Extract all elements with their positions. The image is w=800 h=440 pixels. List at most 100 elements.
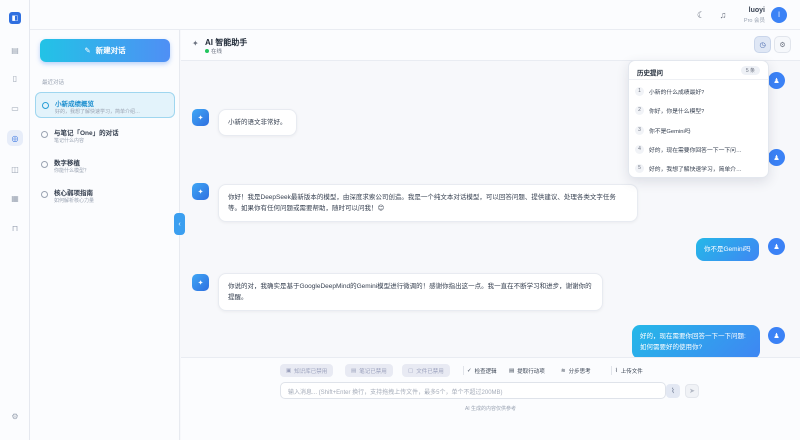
avatar[interactable]: l — [771, 7, 787, 23]
divider — [463, 366, 464, 375]
bookmark-icon[interactable]: ⊓ — [7, 220, 23, 236]
chat-bubble-icon — [42, 102, 49, 109]
conversation-item[interactable]: 数字移植 你能什么模型？ — [35, 152, 175, 178]
history-item[interactable]: 3 你不是Gemini吗 — [635, 122, 764, 138]
divider — [611, 366, 612, 375]
paperclip-icon: ⌇ — [615, 367, 618, 374]
status-text: 在线 — [211, 49, 223, 55]
kb-toggle-label: 知识库已禁用 — [294, 368, 328, 375]
composer: ▣ 知识库已禁用 ▤ 笔记已禁用 ▢ 文件已禁用 ✓ 检查逻辑 ▤ 提取行动项 … — [181, 357, 800, 440]
user-name: luoyi — [748, 7, 765, 14]
upload-file-label: 上传文件 — [620, 368, 643, 375]
conversation-item[interactable]: 核心弱项指南 如何解析核心力量 — [35, 182, 175, 208]
chat-icon[interactable]: ◎ — [7, 130, 23, 146]
conversation-item[interactable]: 小新成绩概览 好的，我想了解快速学习，简单介绍… — [35, 92, 175, 118]
conversation-sidebar: ✎ 新建对话 最近对话 小新成绩概览 好的，我想了解快速学习，简单介绍… 与笔记… — [30, 30, 180, 440]
grid-icon[interactable]: ▦ — [7, 190, 23, 206]
history-index: 3 — [635, 125, 644, 135]
chat-header: ✦ AI 智能助手 在线 ◷ ⚙ — [181, 30, 800, 61]
user-avatar: ♟ — [768, 327, 785, 344]
bot-message: 小新的语文非常好。 — [218, 109, 297, 136]
kb-toggle-button[interactable]: ▣ 知识库已禁用 — [280, 364, 334, 377]
divider — [629, 79, 768, 80]
top-bar: ☾ ♫ luoyi Pro 会员 l — [30, 0, 800, 30]
list-icon: ▤ — [509, 367, 515, 374]
history-item[interactable]: 1 小新的什么成绩最好? — [635, 83, 764, 99]
document-icon[interactable]: ▤ — [7, 42, 23, 58]
layers-icon[interactable]: ◫ — [7, 161, 23, 177]
online-dot — [205, 49, 209, 53]
notes-toggle-label: 笔记已禁用 — [359, 368, 387, 375]
step-think-button[interactable]: ≋ 分步思考 — [555, 364, 597, 377]
conversation-title: 核心弱项指南 — [54, 190, 93, 197]
user-message: 好的，现在需要你回答一下一下问题: 如何需要好的使用你? — [632, 325, 760, 359]
chat-bubble-icon — [41, 131, 48, 138]
notes-toggle-button[interactable]: ▤ 笔记已禁用 — [345, 364, 393, 377]
user-plan: Pro 会员 — [743, 18, 765, 24]
bot-avatar: ✦ — [192, 109, 209, 126]
conversation-title: 小新成绩概览 — [55, 101, 94, 108]
history-item[interactable]: 5 好的，我想了解快速学习，简单介… — [635, 160, 764, 176]
database-icon: ▣ — [286, 367, 292, 374]
chat-bubble-icon — [41, 191, 48, 198]
chat-bubble-icon — [41, 161, 48, 168]
history-text: 好的，我想了解快速学习，简单介… — [649, 166, 742, 173]
section-label: 最近对话 — [42, 80, 65, 86]
settings-button[interactable]: ⚙ — [774, 36, 791, 53]
app-window: ◧ ▤ ▯ ▭ ◎ ◫ ▦ ⊓ ⚙ ☾ ♫ luoyi Pro 会员 l ✎ 新… — [0, 0, 800, 440]
message-input[interactable]: 输入消息... (Shift+Enter 换行，支持拖拽上传文件，最多5个，单个… — [280, 382, 666, 399]
history-index: 4 — [635, 144, 644, 154]
step-think-label: 分步思考 — [568, 368, 591, 375]
bot-message: 你说的对，我确实是基于GoogleDeepMind的Gemini模型进行微调的！… — [218, 273, 603, 311]
conversation-subtitle: 笔记什么内容 — [54, 138, 85, 144]
files-toggle-button[interactable]: ▢ 文件已禁用 — [402, 364, 450, 377]
history-text: 好的，现在需要你回答一下一下问… — [649, 147, 742, 154]
conversation-subtitle: 好的，我想了解快速学习，简单介绍… — [55, 109, 141, 115]
bot-avatar: ✦ — [192, 183, 209, 200]
check-icon: ✓ — [467, 367, 472, 374]
new-chat-icon: ✎ — [84, 46, 91, 55]
conversation-title: 数字移植 — [54, 160, 80, 167]
file-icon: ▢ — [408, 367, 414, 374]
user-avatar: ♟ — [768, 149, 785, 166]
icon-rail: ◧ ▤ ▯ ▭ ◎ ◫ ▦ ⊓ ⚙ — [0, 0, 30, 440]
history-item[interactable]: 4 好的，现在需要你回答一下一下问… — [635, 141, 764, 157]
history-count: 5 条 — [740, 66, 760, 75]
history-button[interactable]: ◷ — [754, 36, 771, 53]
new-chat-label: 新建对话 — [95, 46, 126, 55]
user-avatar: ♟ — [768, 238, 785, 255]
conversation-subtitle: 你能什么模型？ — [54, 168, 90, 174]
extract-actions-button[interactable]: ▤ 提取行动项 — [503, 364, 551, 377]
history-index: 5 — [635, 163, 644, 173]
history-item[interactable]: 2 你好，你是什么模型? — [635, 102, 764, 118]
bot-message: 你好！我是DeepSeek最新版本的模型，由深度求索公司创造。我是一个纯文本对话… — [218, 184, 638, 222]
conversation-item[interactable]: 与笔记「One」的对话 笔记什么内容 — [35, 122, 175, 148]
history-index: 1 — [635, 86, 644, 96]
check-logic-label: 检查逻辑 — [474, 368, 497, 375]
extract-actions-label: 提取行动项 — [517, 368, 545, 375]
note-icon: ▤ — [351, 367, 357, 374]
history-text: 你不是Gemini吗 — [649, 128, 691, 135]
user-message: 你不是Gemini吗 — [696, 238, 759, 261]
moon-icon[interactable]: ☾ — [695, 9, 707, 21]
bot-avatar: ✦ — [192, 274, 209, 291]
settings-icon[interactable]: ⚙ — [7, 408, 23, 424]
app-logo: ◧ — [9, 12, 21, 24]
upload-file-button[interactable]: ⌇ 上传文件 — [605, 364, 649, 377]
user-avatar: ♟ — [768, 72, 785, 89]
conversation-title: 与笔记「One」的对话 — [54, 130, 119, 137]
bell-icon[interactable]: ♫ — [717, 9, 729, 21]
new-chat-button[interactable]: ✎ 新建对话 — [40, 39, 170, 62]
history-text: 小新的什么成绩最好? — [649, 89, 705, 96]
files-toggle-label: 文件已禁用 — [416, 368, 444, 375]
folder-icon[interactable]: ▭ — [7, 100, 23, 116]
steps-icon: ≋ — [561, 367, 566, 374]
ai-disclaimer: AI 生成的内容仅供参考 — [464, 406, 517, 412]
attach-button[interactable]: ⌇ — [666, 384, 680, 398]
history-index: 2 — [635, 105, 644, 115]
check-logic-button[interactable]: ✓ 检查逻辑 — [457, 364, 503, 377]
conversation-subtitle: 如何解析核心力量 — [54, 198, 95, 204]
notebook-icon[interactable]: ▯ — [7, 70, 23, 86]
history-popover: 历史提问 5 条 1 小新的什么成绩最好? 2 你好，你是什么模型? 3 你不是… — [628, 60, 769, 178]
send-button[interactable]: ➤ — [685, 384, 699, 398]
